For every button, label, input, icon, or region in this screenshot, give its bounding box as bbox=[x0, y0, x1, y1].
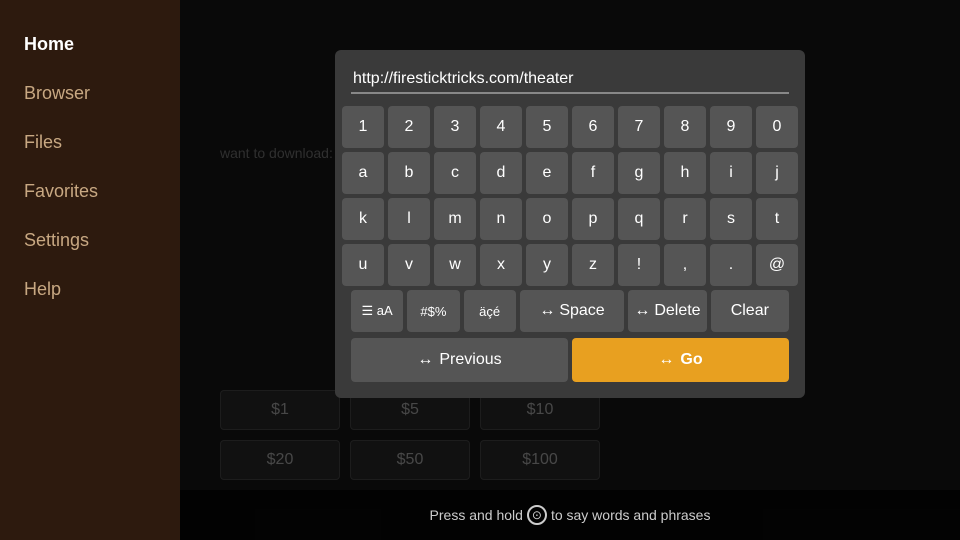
key-exclaim[interactable]: ! bbox=[618, 244, 660, 286]
key-f[interactable]: f bbox=[572, 152, 614, 194]
key-comma[interactable]: , bbox=[664, 244, 706, 286]
alpha-row-2: k l m n o p q r s t bbox=[351, 198, 789, 240]
key-5[interactable]: 5 bbox=[526, 106, 568, 148]
sidebar-item-browser[interactable]: Browser bbox=[0, 69, 180, 118]
url-input-wrapper[interactable] bbox=[351, 66, 789, 94]
key-w[interactable]: w bbox=[434, 244, 476, 286]
sidebar-item-favorites[interactable]: Favorites bbox=[0, 167, 180, 216]
key-d[interactable]: d bbox=[480, 152, 522, 194]
key-j[interactable]: j bbox=[756, 152, 798, 194]
sidebar-item-files[interactable]: Files bbox=[0, 118, 180, 167]
key-3[interactable]: 3 bbox=[434, 106, 476, 148]
special-row: ☰ aA #$% äçé ↔Space ↔Delete Clear bbox=[351, 290, 789, 332]
key-delete[interactable]: ↔Delete bbox=[628, 290, 706, 332]
key-q[interactable]: q bbox=[618, 198, 660, 240]
key-symbol-mode[interactable]: ☰ aA bbox=[351, 290, 403, 332]
key-at[interactable]: @ bbox=[756, 244, 798, 286]
microphone-icon: ⊙ bbox=[527, 505, 547, 525]
sidebar: Home Browser Files Favorites Settings He… bbox=[0, 0, 180, 540]
key-o[interactable]: o bbox=[526, 198, 568, 240]
key-y[interactable]: y bbox=[526, 244, 568, 286]
hint-bar: Press and hold ⊙ to say words and phrase… bbox=[180, 490, 960, 540]
key-1[interactable]: 1 bbox=[342, 106, 384, 148]
sidebar-item-help[interactable]: Help bbox=[0, 265, 180, 314]
sidebar-item-home[interactable]: Home bbox=[0, 20, 180, 69]
key-b[interactable]: b bbox=[388, 152, 430, 194]
key-a[interactable]: a bbox=[342, 152, 384, 194]
alpha-row-3: u v w x y z ! , . @ bbox=[351, 244, 789, 286]
key-p[interactable]: p bbox=[572, 198, 614, 240]
key-7[interactable]: 7 bbox=[618, 106, 660, 148]
key-r[interactable]: r bbox=[664, 198, 706, 240]
action-row: ↔ Previous ↔ Go bbox=[351, 338, 789, 382]
key-space[interactable]: ↔Space bbox=[520, 290, 625, 332]
key-c[interactable]: c bbox=[434, 152, 476, 194]
key-n[interactable]: n bbox=[480, 198, 522, 240]
key-clear[interactable]: Clear bbox=[711, 290, 789, 332]
key-l[interactable]: l bbox=[388, 198, 430, 240]
key-h[interactable]: h bbox=[664, 152, 706, 194]
key-z[interactable]: z bbox=[572, 244, 614, 286]
key-8[interactable]: 8 bbox=[664, 106, 706, 148]
sidebar-item-settings[interactable]: Settings bbox=[0, 216, 180, 265]
key-period[interactable]: . bbox=[710, 244, 752, 286]
key-m[interactable]: m bbox=[434, 198, 476, 240]
alpha-row-1: a b c d e f g h i j bbox=[351, 152, 789, 194]
key-accent-mode[interactable]: äçé bbox=[464, 290, 516, 332]
key-v[interactable]: v bbox=[388, 244, 430, 286]
key-i[interactable]: i bbox=[710, 152, 752, 194]
key-u[interactable]: u bbox=[342, 244, 384, 286]
key-k[interactable]: k bbox=[342, 198, 384, 240]
key-g[interactable]: g bbox=[618, 152, 660, 194]
virtual-keyboard: 1 2 3 4 5 6 7 8 9 0 a b c d e f g h bbox=[351, 106, 789, 332]
key-4[interactable]: 4 bbox=[480, 106, 522, 148]
number-row: 1 2 3 4 5 6 7 8 9 0 bbox=[351, 106, 789, 148]
go-button[interactable]: ↔ Go bbox=[572, 338, 789, 382]
previous-icon: ↔ bbox=[417, 351, 433, 369]
key-9[interactable]: 9 bbox=[710, 106, 752, 148]
key-2[interactable]: 2 bbox=[388, 106, 430, 148]
keyboard-dialog: 1 2 3 4 5 6 7 8 9 0 a b c d e f g h bbox=[335, 50, 805, 398]
key-x[interactable]: x bbox=[480, 244, 522, 286]
url-input[interactable] bbox=[351, 66, 789, 94]
go-icon: ↔ bbox=[658, 351, 674, 369]
key-hash-mode[interactable]: #$% bbox=[407, 290, 459, 332]
key-6[interactable]: 6 bbox=[572, 106, 614, 148]
key-s[interactable]: s bbox=[710, 198, 752, 240]
key-e[interactable]: e bbox=[526, 152, 568, 194]
key-t[interactable]: t bbox=[756, 198, 798, 240]
previous-button[interactable]: ↔ Previous bbox=[351, 338, 568, 382]
dialog-overlay: 1 2 3 4 5 6 7 8 9 0 a b c d e f g h bbox=[180, 0, 960, 540]
key-0[interactable]: 0 bbox=[756, 106, 798, 148]
